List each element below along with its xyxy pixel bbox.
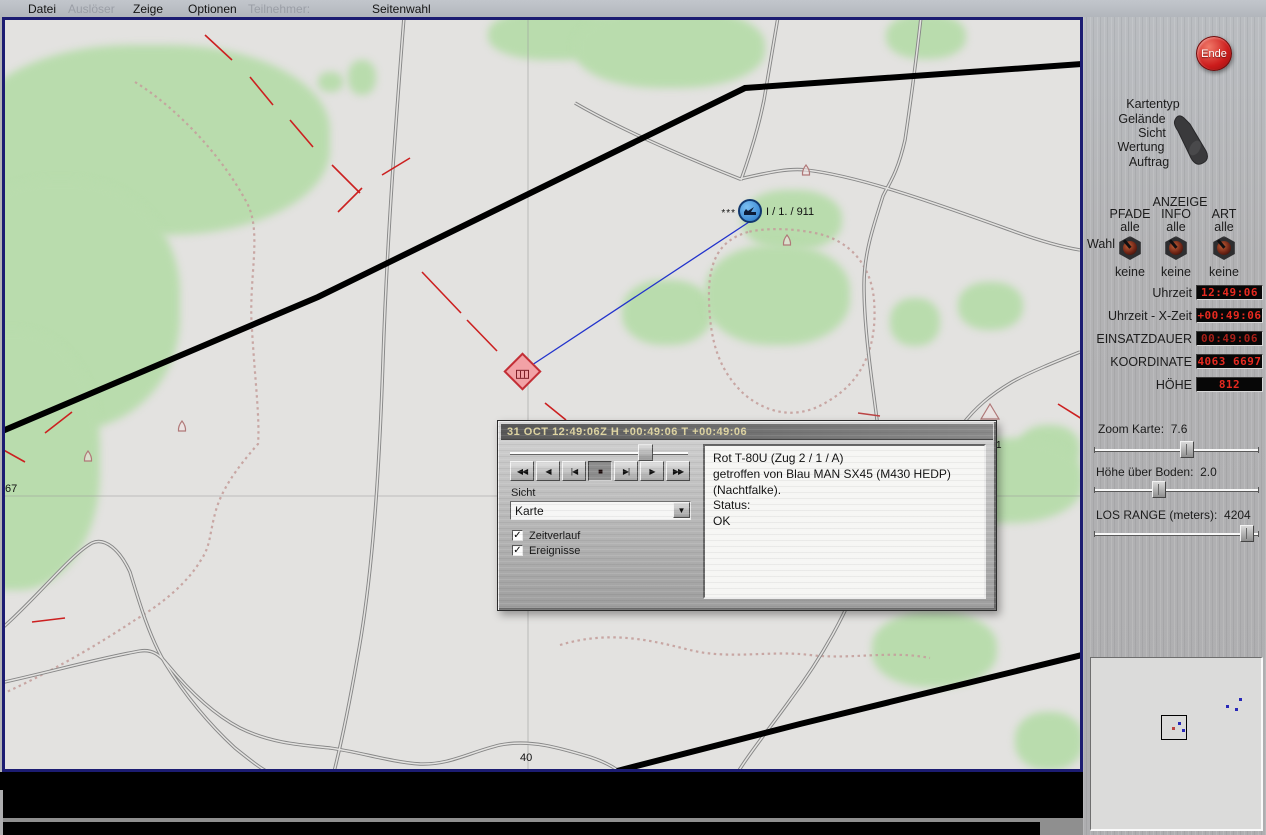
rewind-button[interactable]: ◀◀ xyxy=(510,461,534,481)
bottom-black-strip xyxy=(0,822,1083,835)
event-message-line: Rot T-80U (Zug 2 / 1 / A) xyxy=(713,451,976,467)
replay-time-slider[interactable] xyxy=(510,452,688,454)
los-range-label: LOS RANGE (meters): 4204 xyxy=(1096,508,1251,522)
play-button[interactable]: ▶ xyxy=(640,461,664,481)
bottom-black-bar xyxy=(0,772,1083,818)
menu-item-seitenwahl[interactable]: Seitenwahl xyxy=(372,2,431,16)
hoehe-display: 812 xyxy=(1196,377,1263,392)
hoehe-ueber-boden-label: Höhe über Boden: 2.0 xyxy=(1096,465,1217,479)
art-knob[interactable] xyxy=(1212,236,1236,260)
menu-item-ausloeser: Auslöser xyxy=(68,2,115,16)
zoom-karte-slider[interactable] xyxy=(1095,449,1258,451)
dialog-title-bar[interactable]: 31 OCT 12:49:06Z H +00:49:06 T +00:49:06 xyxy=(501,424,993,440)
uhrzeit-label: Uhrzeit xyxy=(1083,286,1192,300)
ende-button[interactable]: Ende xyxy=(1196,36,1232,71)
koordinate-label: KOORDINATE xyxy=(1083,355,1192,369)
art-label: ART xyxy=(1194,207,1254,221)
zoom-karte-label: Zoom Karte: 7.6 xyxy=(1098,422,1187,436)
minimap-blue-dot xyxy=(1182,729,1185,732)
artillery-glyph-icon xyxy=(742,203,758,219)
replay-dialog[interactable]: 31 OCT 12:49:06Z H +00:49:06 T +00:49:06… xyxy=(497,420,997,611)
hoehe-label: HÖHE xyxy=(1083,378,1192,392)
zeitverlauf-checkbox[interactable]: ✓ xyxy=(512,530,523,541)
chevron-down-icon[interactable]: ▼ xyxy=(673,502,690,518)
sicht-dropdown-value: Karte xyxy=(515,504,544,518)
map-layer: 67 40 1 *** I / 1. / 911 xyxy=(2,17,1083,772)
ereignisse-checkbox[interactable]: ✓ xyxy=(512,545,523,556)
art-alle-label: alle xyxy=(1194,220,1254,234)
grid-label-67: 67 xyxy=(5,483,17,495)
event-message-box: Rot T-80U (Zug 2 / 1 / A) getroffen von … xyxy=(703,444,986,599)
event-message-line: (Nachtfalke). xyxy=(713,483,976,499)
art-keine-label: keine xyxy=(1194,265,1254,279)
menu-item-optionen[interactable]: Optionen xyxy=(188,2,237,16)
bottom-left-edge xyxy=(0,790,3,835)
pfade-knob[interactable] xyxy=(1118,236,1142,260)
step-back-button[interactable]: |◀ xyxy=(562,461,586,481)
menu-item-teilnehmer: Teilnehmer: xyxy=(248,2,310,16)
los-range-slider-thumb[interactable] xyxy=(1240,525,1254,542)
replay-time-slider-thumb[interactable] xyxy=(638,444,653,461)
uhrzeit-display: 12:49:06 xyxy=(1196,285,1263,300)
minimap-blue-dot xyxy=(1235,708,1238,711)
minimap-blue-dot xyxy=(1239,698,1242,701)
fast-forward-button[interactable]: ▶▶ xyxy=(666,461,690,481)
grid-label-40: 40 xyxy=(520,752,532,764)
sicht-label: Sicht xyxy=(511,487,535,499)
map-canvas xyxy=(2,17,1083,772)
play-back-button[interactable]: ◀ xyxy=(536,461,560,481)
step-forward-button[interactable]: ▶| xyxy=(614,461,638,481)
event-message-line: OK xyxy=(713,514,976,530)
overview-minimap[interactable] xyxy=(1090,657,1263,831)
unit-stars-label: *** xyxy=(704,208,736,219)
minimap-blue-dot xyxy=(1178,722,1181,725)
wahl-label: Wahl xyxy=(1087,237,1115,251)
ereignisse-label: Ereignisse xyxy=(529,545,580,557)
minimap-red-dot xyxy=(1172,727,1175,730)
koordinate-display: 4063 6697 xyxy=(1196,354,1263,369)
armor-glyph-icon xyxy=(516,370,529,379)
sicht-dropdown[interactable]: Karte ▼ xyxy=(510,501,691,520)
friendly-unit-symbol[interactable] xyxy=(738,199,762,223)
minimap-blue-dot xyxy=(1226,705,1229,708)
einsatzdauer-display: 00:49:06 xyxy=(1196,331,1263,346)
einsatzdauer-label: EINSATZDAUER xyxy=(1083,332,1192,346)
zeitverlauf-label: Zeitverlauf xyxy=(529,530,580,542)
menu-bar: Datei Auslöser Zeige Optionen Teilnehmer… xyxy=(0,0,1266,17)
uhrzeit-x-zeit-display: +00:49:06 xyxy=(1196,308,1263,323)
hoehe-ueber-boden-slider[interactable] xyxy=(1095,489,1258,491)
stop-button[interactable]: ■ xyxy=(588,461,612,481)
event-message-line: getroffen von Blau MAN SX45 (M430 HEDP) xyxy=(713,467,976,483)
bottom-gray-notch xyxy=(1040,820,1083,835)
zoom-karte-slider-thumb[interactable] xyxy=(1180,441,1194,458)
control-panel: Ende Kartentyp Gelände Sicht Wertung Auf… xyxy=(1083,17,1266,835)
info-knob[interactable] xyxy=(1164,236,1188,260)
uhrzeit-x-zeit-label: Uhrzeit - X-Zeit xyxy=(1083,309,1192,323)
map-window[interactable]: 67 40 1 *** I / 1. / 911 xyxy=(2,17,1083,772)
menu-item-datei[interactable]: Datei xyxy=(28,2,56,16)
menu-item-zeige[interactable]: Zeige xyxy=(133,2,163,16)
kartentyp-pointer-knob[interactable] xyxy=(1169,110,1217,168)
los-range-slider[interactable] xyxy=(1095,533,1258,535)
unit-name-label: I / 1. / 911 xyxy=(766,206,814,218)
kartentyp-title: Kartentyp xyxy=(1108,97,1198,111)
event-message-line: Status: xyxy=(713,498,976,514)
hoehe-ueber-boden-slider-thumb[interactable] xyxy=(1152,481,1166,498)
